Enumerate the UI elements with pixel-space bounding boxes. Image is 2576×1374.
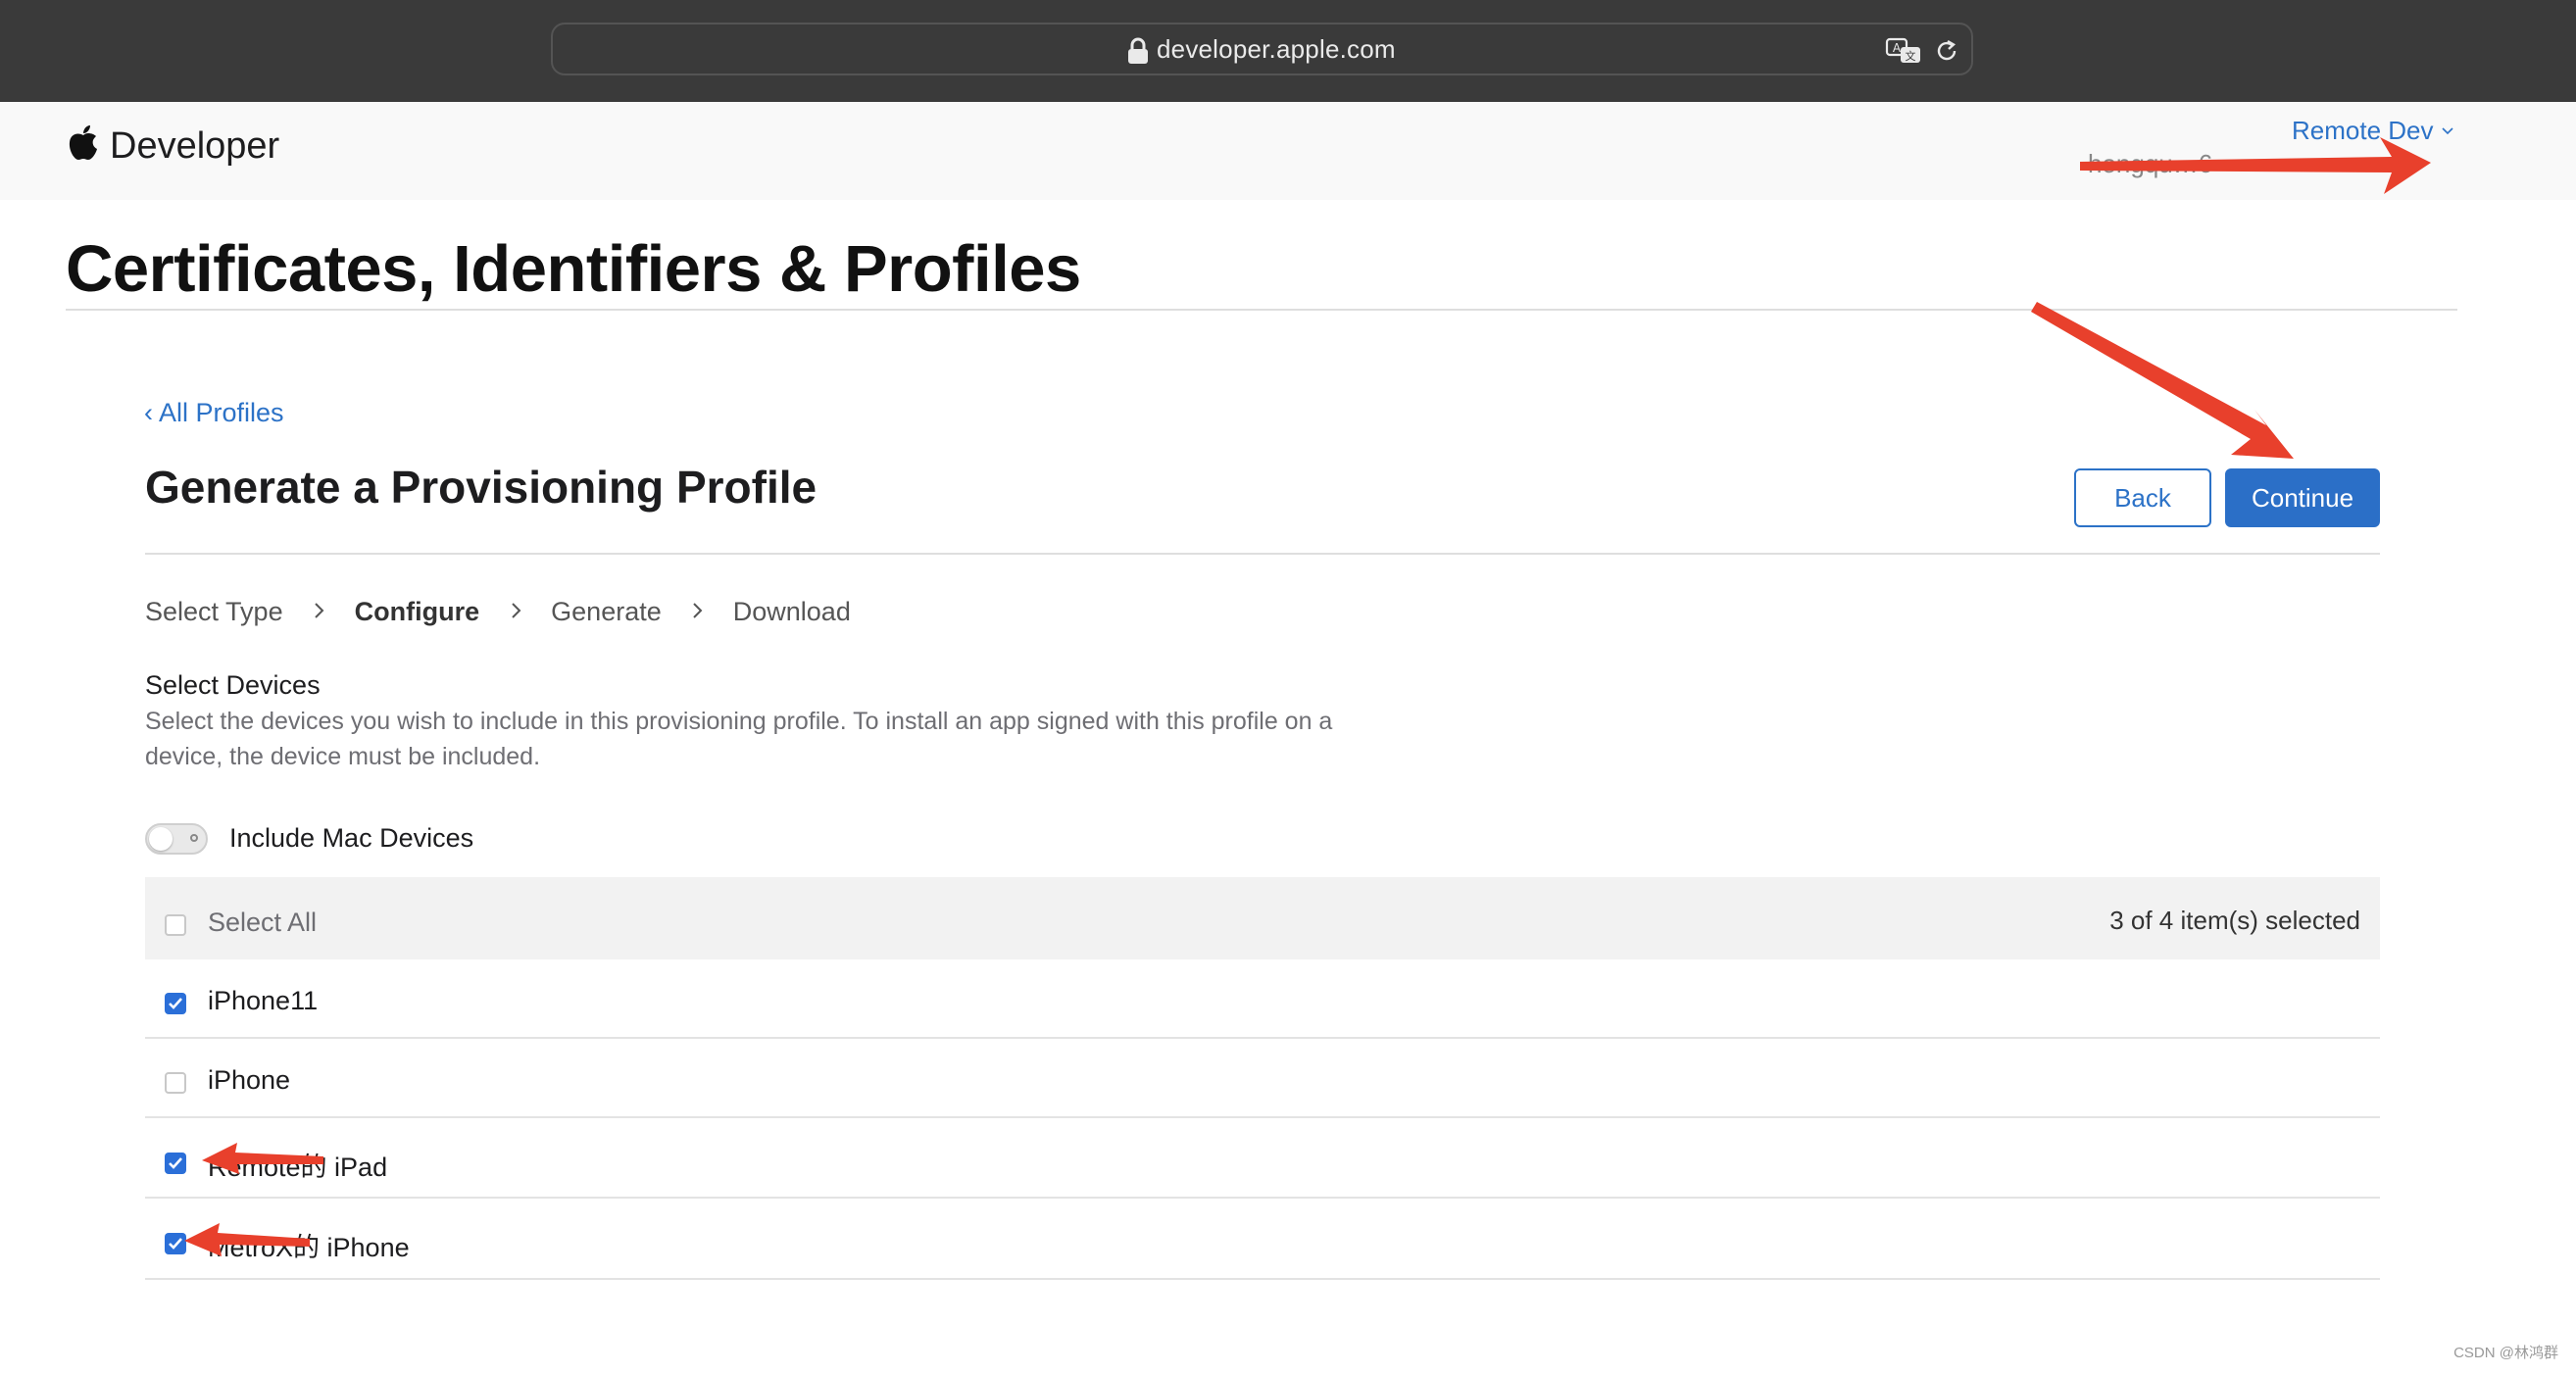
annotation-arrow-account: [2080, 137, 2431, 194]
annotation-overlay: [184, 137, 2431, 1256]
annotation-arrow-continue: [2031, 302, 2294, 459]
annotation-arrow-ipad: [202, 1143, 323, 1174]
annotation-arrow-iphone: [184, 1223, 310, 1256]
watermark: CSDN @林鸿群: [2453, 1345, 2558, 1361]
